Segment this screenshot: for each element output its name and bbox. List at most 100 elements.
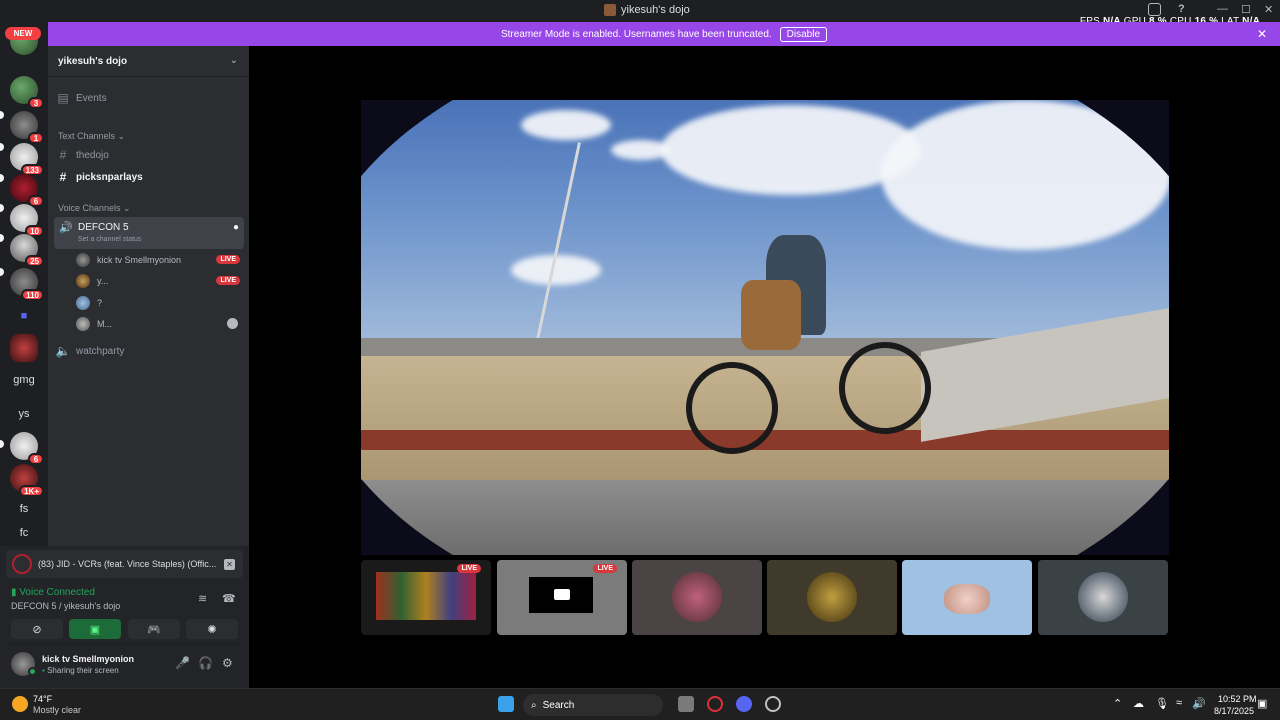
disable-streamer-mode-button[interactable]: Disable bbox=[779, 26, 828, 42]
server-icon[interactable]: 10 bbox=[10, 204, 44, 237]
speaker-icon: 🔈 bbox=[55, 344, 71, 358]
cloud-icon[interactable]: ☁ bbox=[1133, 697, 1144, 710]
soundboard-button[interactable]: ✺ bbox=[186, 619, 238, 639]
server-icon[interactable]: 6 bbox=[10, 432, 44, 465]
signal-icon: ▮ bbox=[11, 587, 17, 598]
windows-start-icon[interactable] bbox=[498, 696, 514, 712]
settings-gear-icon[interactable]: ⚙ bbox=[222, 656, 233, 670]
clock-date[interactable]: 8/17/2025 bbox=[1214, 706, 1254, 716]
music-activity-icon bbox=[12, 554, 32, 574]
stream-video[interactable] bbox=[361, 100, 1169, 555]
avatar bbox=[672, 572, 722, 622]
live-badge: LIVE bbox=[593, 564, 617, 573]
disconnect-icon[interactable]: ☎ bbox=[222, 592, 236, 605]
stream-thumbnail[interactable]: LIVE bbox=[497, 560, 627, 635]
screen-icon: ▪ bbox=[42, 666, 45, 675]
headphones-icon[interactable]: 🎧 bbox=[198, 656, 213, 670]
voice-user[interactable]: y... LIVE bbox=[76, 272, 240, 290]
server-fs[interactable]: fs bbox=[10, 495, 38, 523]
channel-sidebar: yikesuh's dojo ⌄ ▤ Events Text Channels … bbox=[48, 46, 249, 546]
opera-icon[interactable] bbox=[707, 696, 723, 712]
close-activity-icon[interactable]: ✕ bbox=[224, 558, 235, 570]
monitor-icon bbox=[554, 589, 570, 600]
server-icon-selected[interactable] bbox=[10, 334, 38, 362]
category-label: Voice Channels bbox=[58, 203, 121, 213]
username[interactable]: kick tv Smellmyonion bbox=[42, 654, 134, 664]
now-playing-bar[interactable]: (83) JID - VCRs (feat. Vince Staples) (O… bbox=[6, 550, 243, 578]
activity-button[interactable]: 🎮 bbox=[128, 619, 180, 639]
temperature[interactable]: 74°F bbox=[33, 694, 52, 704]
divider bbox=[6, 644, 243, 645]
server-icon[interactable]: 110 bbox=[10, 268, 44, 301]
server-icon[interactable]: 6 bbox=[10, 174, 44, 207]
events-label: Events bbox=[76, 92, 107, 104]
notification-icon[interactable]: ▣ bbox=[1257, 697, 1267, 710]
server-name[interactable]: yikesuh's dojo bbox=[58, 56, 127, 67]
channel-thedojo[interactable]: # thedojo bbox=[54, 145, 244, 165]
channel-picksnparlays[interactable]: # picksnparlays bbox=[54, 167, 244, 187]
inbox-icon[interactable] bbox=[1148, 3, 1161, 16]
hash-icon: # bbox=[59, 148, 67, 162]
microphone-icon[interactable]: 🎤 bbox=[175, 656, 190, 670]
clock-time[interactable]: 10:52 PM bbox=[1218, 694, 1257, 704]
noise-suppression-icon[interactable]: ≋ bbox=[198, 592, 207, 605]
app-icon[interactable] bbox=[765, 696, 781, 712]
weather-condition[interactable]: Mostly clear bbox=[33, 705, 81, 715]
help-icon[interactable]: ? bbox=[1178, 3, 1185, 15]
participant-tile[interactable] bbox=[902, 560, 1032, 635]
unread-badge: 3 bbox=[28, 97, 44, 109]
voice-user-name: kick tv Smellmyonion bbox=[97, 255, 182, 265]
camera-off-icon: ⊘ bbox=[32, 623, 42, 636]
voice-channel-defcon5[interactable]: 🔊 DEFCON 5 Set a channel status ● bbox=[54, 217, 244, 249]
voice-user-name: ? bbox=[97, 298, 103, 308]
participant-tile[interactable] bbox=[1038, 560, 1168, 635]
weather-icon[interactable] bbox=[12, 696, 28, 712]
server-gmg[interactable]: gmg bbox=[10, 366, 38, 394]
stream-thumbnail[interactable]: LIVE bbox=[361, 560, 491, 635]
unread-pill bbox=[0, 111, 4, 119]
taskbar-search[interactable]: ⌕ Search bbox=[523, 694, 663, 716]
windows-taskbar: 74°F Mostly clear ⌕ Search ⌃ ☁ 🎙 ≈ 🔊 10:… bbox=[0, 688, 1280, 720]
unread-badge: 6 bbox=[28, 453, 44, 465]
text-channels-category[interactable]: Text Channels ⌄ bbox=[58, 131, 125, 142]
channel-status[interactable]: Set a channel status bbox=[78, 236, 141, 243]
thumbnail-image bbox=[376, 572, 476, 620]
close-window-button[interactable]: ✕ bbox=[1264, 3, 1273, 16]
maximize-button[interactable]: ☐ bbox=[1241, 3, 1251, 16]
server-icon[interactable]: 25 bbox=[10, 234, 44, 267]
folder-icon[interactable]: ■ bbox=[10, 302, 38, 330]
voice-user[interactable]: kick tv Smellmyonion LIVE bbox=[76, 251, 240, 269]
events-item[interactable]: ▤ Events bbox=[54, 88, 244, 108]
voice-connected-label[interactable]: ▮ Voice Connected bbox=[11, 587, 95, 598]
minimize-button[interactable]: — bbox=[1217, 3, 1228, 15]
voice-user[interactable]: ? bbox=[76, 294, 240, 312]
chevron-up-icon[interactable]: ⌃ bbox=[1113, 697, 1122, 710]
avatar bbox=[944, 584, 990, 614]
now-playing-text: (83) JID - VCRs (feat. Vince Staples) (O… bbox=[38, 559, 216, 569]
chevron-down-icon[interactable]: ⌄ bbox=[230, 55, 238, 66]
channel-label: thedojo bbox=[76, 149, 109, 161]
volume-icon[interactable]: 🔊 bbox=[1192, 697, 1206, 710]
microphone-icon[interactable]: 🎙 bbox=[1155, 697, 1169, 710]
voice-user[interactable]: M... bbox=[76, 315, 240, 333]
screen-share-button[interactable]: ▣ bbox=[69, 619, 121, 639]
chat-bubble-icon[interactable]: ● bbox=[233, 222, 239, 233]
participant-tile[interactable] bbox=[632, 560, 762, 635]
task-view-icon[interactable] bbox=[678, 696, 694, 712]
server-icon[interactable]: 133 bbox=[10, 143, 44, 176]
camera-off-button[interactable]: ⊘ bbox=[11, 619, 63, 639]
server-icon[interactable]: 3 bbox=[10, 76, 44, 109]
wifi-icon[interactable]: ≈ bbox=[1176, 697, 1182, 709]
voice-location[interactable]: DEFCON 5 / yikesuh's dojo bbox=[11, 601, 120, 611]
server-icon[interactable]: 1K+ bbox=[10, 464, 44, 497]
participant-tile[interactable] bbox=[767, 560, 897, 635]
server-fc[interactable]: fc bbox=[10, 527, 38, 539]
server-ys[interactable]: ys bbox=[10, 400, 38, 428]
voice-channel-watchparty[interactable]: 🔈 watchparty bbox=[54, 341, 244, 361]
server-icon[interactable]: 1 bbox=[10, 111, 44, 144]
close-icon[interactable]: ✕ bbox=[1257, 27, 1267, 41]
unread-pill bbox=[0, 143, 4, 151]
voice-channels-category[interactable]: Voice Channels ⌄ bbox=[58, 203, 131, 214]
avatar bbox=[1078, 572, 1128, 622]
discord-icon[interactable] bbox=[736, 696, 752, 712]
